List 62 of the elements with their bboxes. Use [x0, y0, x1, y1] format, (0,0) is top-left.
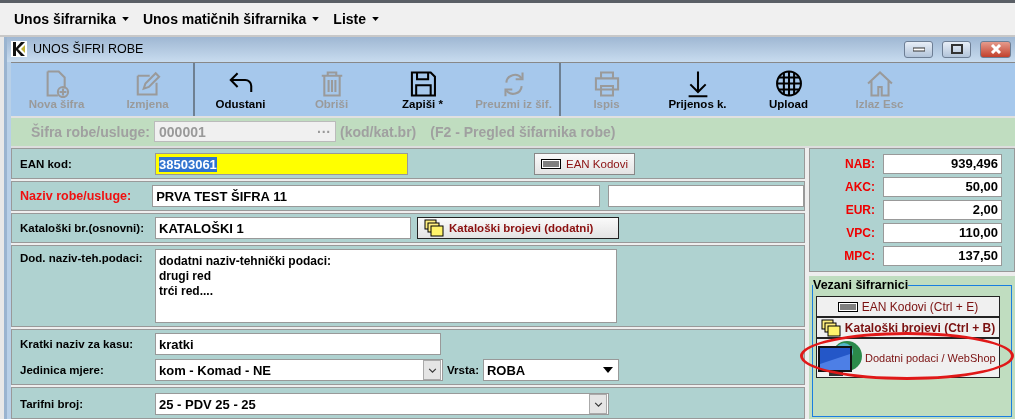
field-label: Tarifni broj:: [20, 398, 85, 410]
minimize-button[interactable]: [904, 40, 933, 58]
price-field[interactable]: 50,00: [883, 177, 1002, 197]
chevron-down-icon: [427, 367, 437, 373]
price-field[interactable]: 2,00: [883, 200, 1002, 220]
chevron-down-icon: [593, 401, 603, 407]
field-label: Jedinica mjere:: [20, 364, 105, 376]
toolbar-button[interactable]: Prijenos k.: [652, 66, 743, 112]
toolbar-button[interactable]: Odustani: [195, 66, 286, 112]
field-label: Šifra robe/usluge:: [31, 123, 151, 140]
ean-codes-button[interactable]: EAN Kodovi: [534, 153, 635, 175]
toolbar-button[interactable]: Upload: [743, 66, 834, 112]
catalog-numbers-button[interactable]: Kataloški brojevi (dodatni): [417, 217, 619, 239]
field-label: EAN kod:: [20, 158, 73, 170]
monitor-globe-icon: [817, 338, 863, 378]
price-label: MPC:: [843, 249, 876, 263]
field-label: Kataloški br.(osnovni):: [20, 222, 145, 234]
tariff-dropdown[interactable]: 25 - PDV 25 - 25: [155, 393, 609, 415]
close-button[interactable]: [980, 40, 1011, 58]
hint-text: (kod/kat.br): [340, 123, 417, 140]
maximize-button[interactable]: [942, 40, 971, 58]
toolbar-button[interactable]: Zapiši *: [377, 66, 468, 112]
field-label: Vrsta:: [447, 364, 479, 376]
shortcut-hint: (F2 - Pregled šifarnika robe): [430, 123, 616, 140]
field-label: Dod. naziv-teh.podaci:: [20, 251, 144, 264]
price-label: EUR:: [844, 203, 876, 217]
minimize-icon: [912, 46, 925, 53]
price-label: VPC:: [845, 226, 876, 240]
menu-item[interactable]: Unos matičnih šifrarnika: [142, 11, 320, 27]
input-field[interactable]: [608, 185, 804, 207]
catalog-number-field[interactable]: KATALOŠKI 1: [155, 217, 411, 239]
dropdown-arrow-icon: [602, 367, 613, 373]
type-dropdown[interactable]: ROBA: [482, 359, 619, 381]
maximize-icon: [950, 44, 963, 55]
price-field[interactable]: 939,496: [883, 154, 1002, 174]
price-field[interactable]: 110,00: [883, 223, 1002, 243]
ean-field[interactable]: 38503061: [155, 153, 408, 175]
group-title: Vezani šifrarnici: [813, 278, 909, 292]
unit-dropdown[interactable]: kom - Komad - NE: [155, 359, 443, 381]
menu-item[interactable]: Unos šifrarnika: [14, 11, 129, 27]
caret-icon: [312, 17, 320, 21]
linked-button[interactable]: Dodatni podaci / WebShop: [816, 338, 1000, 378]
linked-button[interactable]: Kataloški brojevi (Ctrl + B): [816, 317, 1000, 338]
app-logo-icon: [11, 41, 27, 58]
name-field[interactable]: PRVA TEST ŠIFRA 11: [152, 185, 601, 207]
caret-icon: [121, 17, 129, 21]
price-label: AKC:: [844, 180, 876, 194]
short-name-field[interactable]: kratki: [155, 333, 441, 355]
menu-item[interactable]: Liste: [333, 11, 379, 27]
barcode-icon: [541, 159, 561, 169]
field-label: Naziv robe/usluge:: [20, 189, 133, 203]
close-icon: [989, 44, 1002, 55]
price-label: NAB:: [844, 157, 876, 171]
field-label: Kratki naziv za kasu:: [20, 338, 135, 350]
linked-button[interactable]: EAN Kodovi (Ctrl + E): [816, 296, 1000, 317]
caret-icon: [372, 17, 379, 21]
barcode-icon: [837, 301, 858, 312]
folders-icon: [820, 318, 841, 337]
window-title: UNOS ŠIFRI ROBE: [33, 42, 145, 57]
text-area[interactable]: dodatni naziv-tehnički podaci: drugi red trći red....: [155, 249, 617, 323]
folders-icon: [424, 219, 444, 237]
price-field[interactable]: 137,50: [883, 246, 1002, 266]
